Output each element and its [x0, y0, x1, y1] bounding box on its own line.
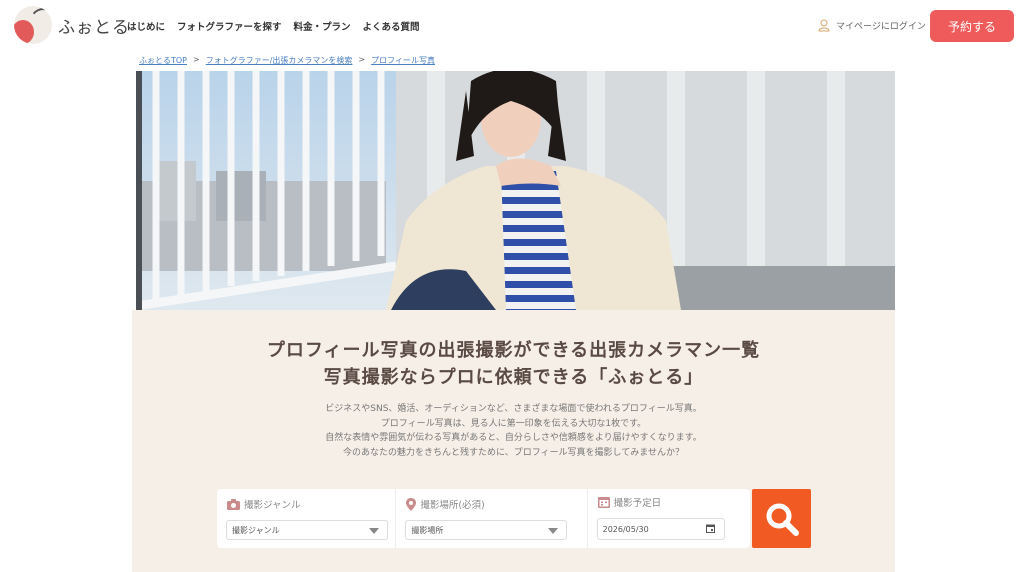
- logo-icon: [14, 6, 52, 44]
- main-nav: はじめに フォトグラファーを探す 料金・プラン よくある質問: [127, 19, 420, 33]
- breadcrumb-home[interactable]: ふぉとるTOP: [139, 55, 187, 66]
- date-label: 撮影予定日: [613, 498, 662, 509]
- calendar-icon: [597, 497, 610, 508]
- page-title: プロフィール写真の出張撮影ができる出張カメラマン一覧 写真撮影ならプロに依頼でき…: [132, 337, 895, 391]
- nav-item-pricing[interactable]: 料金・プラン: [294, 19, 351, 33]
- breadcrumb: ふぉとるTOP > フォトグラファー/出張カメラマンを検索 > プロフィール写真: [139, 55, 435, 66]
- genre-select-value: 撮影ジャンル: [232, 525, 280, 535]
- date-input-value: 2026/05/30: [602, 524, 649, 534]
- intro-description-line: 自然な表情や雰囲気が伝わる写真があると、自分らしさや信頼感をより届けやすくなりま…: [325, 433, 702, 443]
- user-icon: [818, 19, 830, 32]
- logo-text: ふぉとる: [58, 17, 130, 38]
- intro-section: プロフィール写真の出張撮影ができる出張カメラマン一覧 写真撮影ならプロに依頼でき…: [132, 310, 895, 572]
- date-label-wrap: 撮影予定日: [597, 495, 662, 509]
- page-title-line1: プロフィール写真の出張撮影ができる出張カメラマン一覧: [266, 340, 761, 361]
- search-icon: [766, 503, 799, 536]
- genre-select[interactable]: 撮影ジャンル: [226, 520, 388, 540]
- site-header: ふぉとる はじめに フォトグラファーを探す 料金・プラン よくある質問 マイペー…: [0, 0, 1024, 52]
- place-select-value: 撮影場所: [411, 525, 444, 535]
- page-title-line2: 写真撮影ならプロに依頼できる「ふぉとる」: [323, 367, 704, 388]
- camera-icon: [227, 498, 240, 510]
- intro-description-line: ビジネスやSNS、婚活、オーディションなど、さまざまな場面で使われるプロフィール…: [325, 404, 702, 414]
- breadcrumb-separator: >: [358, 55, 366, 64]
- nav-item-find-photographer[interactable]: フォトグラファーを探す: [177, 19, 282, 33]
- place-label-wrap: 撮影場所(必須): [406, 497, 485, 511]
- login-link[interactable]: マイページにログイン: [818, 19, 926, 32]
- search-form: 撮影ジャンル 撮影ジャンル 撮影場所(必須) 撮影場所 撮影予定日 2026/0…: [217, 489, 750, 548]
- breadcrumb-search[interactable]: フォトグラファー/出張カメラマンを検索: [206, 55, 353, 66]
- login-label: マイページにログイン: [836, 22, 926, 32]
- place-select[interactable]: 撮影場所: [405, 520, 568, 540]
- place-label: 撮影場所(必須): [420, 500, 485, 511]
- logo[interactable]: ふぉとる: [14, 6, 130, 44]
- place-field: 撮影場所(必須) 撮影場所: [396, 489, 588, 548]
- breadcrumb-current[interactable]: プロフィール写真: [371, 55, 435, 66]
- map-pin-icon: [406, 497, 417, 511]
- genre-label-wrap: 撮影ジャンル: [227, 497, 301, 511]
- intro-description: ビジネスやSNS、婚活、オーディションなど、さまざまな場面で使われるプロフィール…: [132, 402, 895, 460]
- intro-description-line: 今のあなたの魅力をきちんと残すために、プロフィール写真を撮影してみませんか？: [342, 447, 684, 458]
- nav-item-intro[interactable]: はじめに: [127, 19, 165, 33]
- nav-item-faq[interactable]: よくある質問: [363, 19, 420, 33]
- hero-image: [136, 71, 895, 310]
- chevron-down-icon: [369, 528, 379, 534]
- calendar-picker-icon[interactable]: [705, 524, 715, 533]
- breadcrumb-separator: >: [193, 55, 200, 64]
- search-button[interactable]: [752, 489, 811, 548]
- date-input[interactable]: 2026/05/30: [596, 518, 725, 540]
- chevron-down-icon: [548, 528, 559, 534]
- book-button[interactable]: 予約する: [930, 10, 1014, 42]
- genre-field: 撮影ジャンル 撮影ジャンル: [217, 489, 397, 548]
- date-field: 撮影予定日 2026/05/30: [588, 489, 750, 548]
- genre-label: 撮影ジャンル: [244, 500, 301, 511]
- intro-description-line: プロフィール写真は、見る人に第一印象を伝える大切な1枚です。: [380, 418, 647, 429]
